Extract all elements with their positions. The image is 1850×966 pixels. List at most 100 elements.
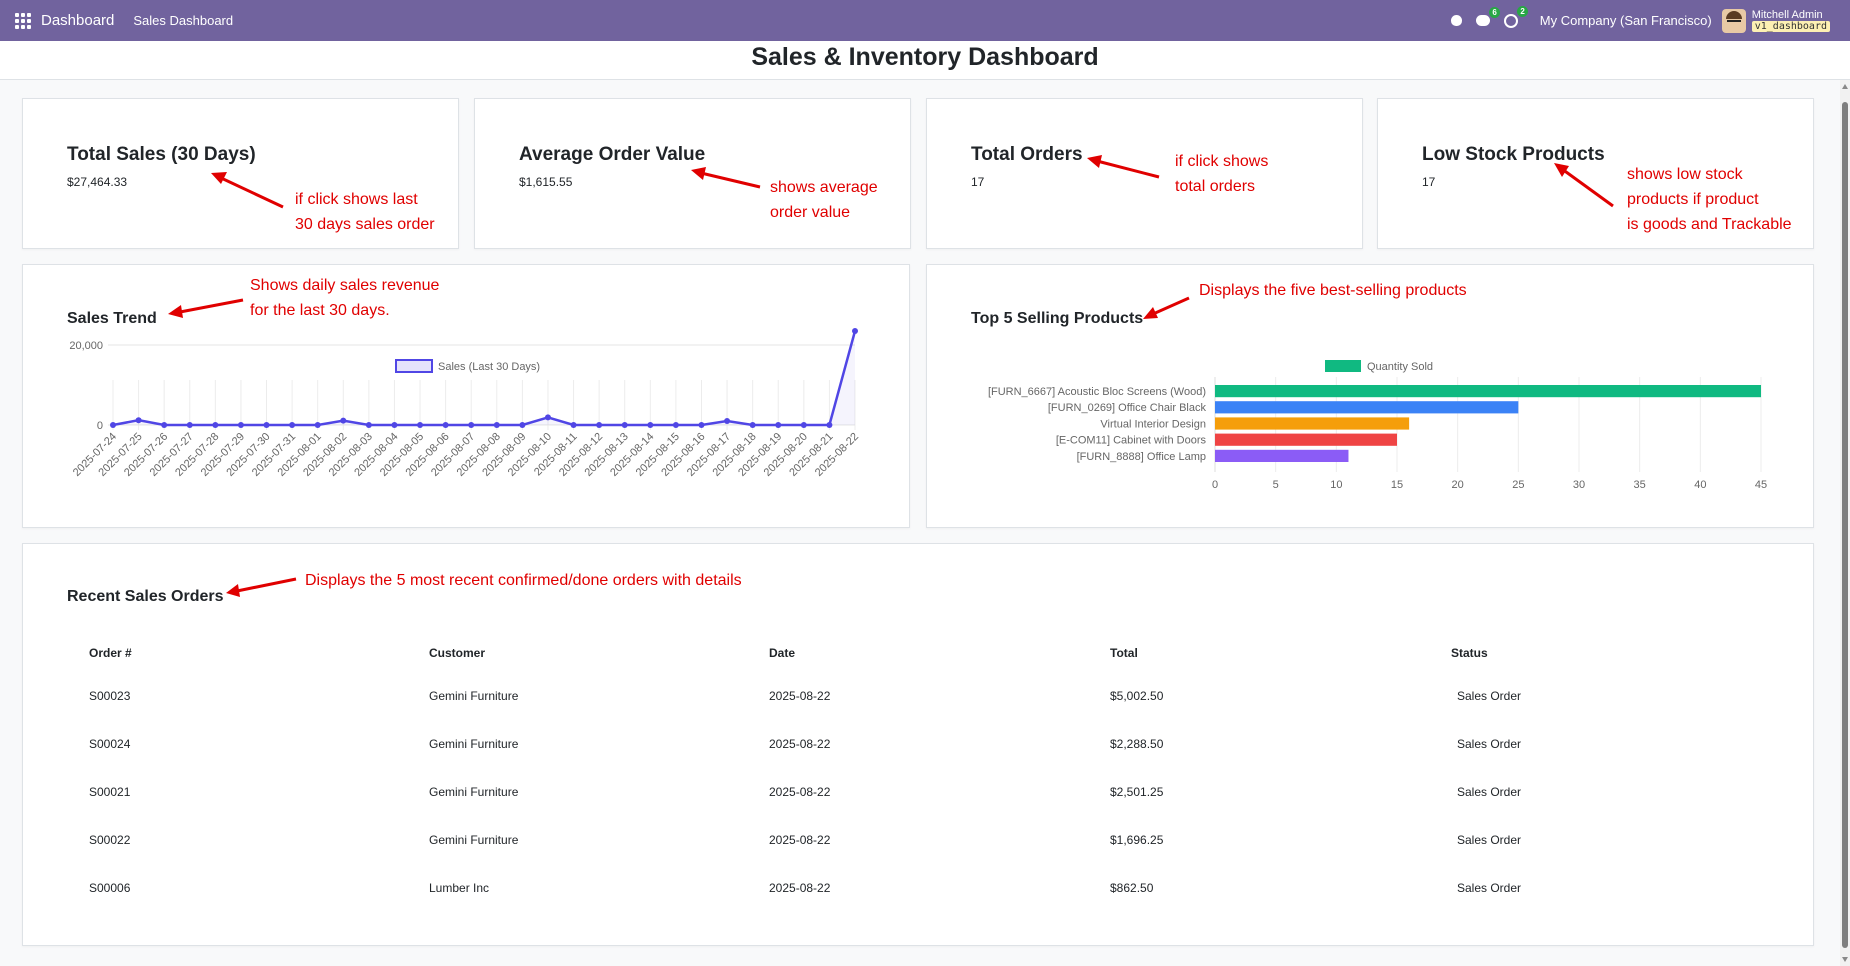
x-tick-label: 0	[1212, 479, 1218, 491]
x-tick-label: 20	[1452, 479, 1464, 491]
order-status: Sales Order	[1457, 785, 1522, 799]
data-point	[110, 422, 116, 428]
company-switcher[interactable]: My Company (San Francisco)	[1540, 13, 1712, 28]
order-number: S00022	[89, 833, 131, 847]
debug-icon[interactable]	[1450, 15, 1462, 26]
activity-badge: 2	[1517, 5, 1528, 17]
user-name: Mitchell Admin	[1751, 8, 1823, 21]
column-header-date: Date	[769, 646, 796, 660]
data-point	[212, 422, 219, 428]
order-status: Sales Order	[1457, 833, 1522, 847]
data-point	[698, 422, 705, 428]
data-point	[442, 422, 449, 428]
order-total: $862.50	[1110, 881, 1154, 895]
order-status: Sales Order	[1457, 689, 1522, 703]
kpi-card-total-sales[interactable]: Total Sales (30 Days) $27,464.33 if clic…	[22, 98, 459, 249]
x-tick-label: 45	[1755, 479, 1767, 491]
y-tick-label: 20,000	[69, 340, 103, 352]
kpi-card-average-order[interactable]: Average Order Value $1,615.55 shows aver…	[474, 98, 911, 249]
table-row[interactable]: S00021 Gemini Furniture 2025-08-22 $2,501.2…	[67, 768, 1767, 816]
kpi-card-low-stock[interactable]: Low Stock Products 17 shows low stock pr…	[1377, 98, 1814, 249]
top-products-card: Top 5 Selling Products Displays the five…	[926, 264, 1814, 528]
column-header-customer: Customer	[429, 646, 486, 660]
bar	[1215, 449, 1349, 462]
user-avatar[interactable]	[1721, 8, 1746, 33]
order-total: $2,288.50	[1110, 737, 1164, 751]
data-point	[647, 422, 654, 428]
order-number: S00006	[89, 881, 131, 895]
data-point	[161, 422, 168, 428]
data-point	[289, 422, 296, 428]
data-point	[493, 422, 500, 428]
order-date: 2025-08-22	[769, 833, 831, 847]
page-scrollbar[interactable]	[1840, 80, 1850, 966]
table-row[interactable]: S00024 Gemini Furniture 2025-08-22 $2,288.5…	[67, 720, 1767, 768]
annotation-arrow	[691, 167, 761, 189]
activity-icon[interactable]: 2	[1503, 5, 1528, 28]
top-navbar: Dashboard Sales Dashboard 6 2 My Company…	[0, 0, 1850, 41]
recent-orders-card: Recent Sales Orders Displays the 5 most …	[22, 543, 1814, 946]
top-products-chart[interactable]: Quantity Sold 0 5 10 15 20 25 30 35 40 45 [FURN_666…	[927, 265, 1815, 529]
data-point	[314, 422, 321, 428]
data-point	[672, 422, 679, 428]
data-point	[826, 422, 833, 428]
bar	[1215, 417, 1410, 430]
messages-icon[interactable]: 6	[1475, 7, 1500, 26]
order-total: $5,002.50	[1110, 689, 1164, 703]
app-name[interactable]: Dashboard	[41, 12, 114, 29]
y-tick-label: 0	[97, 420, 103, 432]
legend-swatch	[1325, 360, 1361, 372]
sales-trend-card: Sales Trend Shows daily sales revenue fo…	[22, 264, 910, 528]
table-row[interactable]: S00023 Gemini Furniture 2025-08-22 $5,002.5…	[67, 672, 1767, 720]
x-tick-label: 10	[1330, 479, 1342, 491]
page-header: Sales & Inventory Dashboard	[0, 41, 1850, 80]
data-point	[596, 422, 603, 428]
x-tick-label: 5	[1273, 479, 1279, 491]
customer: Gemini Furniture	[429, 833, 519, 847]
page-title: Sales & Inventory Dashboard	[751, 43, 1099, 71]
menu-sales-dashboard[interactable]: Sales Dashboard	[133, 0, 233, 41]
category-label: [FURN_6667] Acoustic Bloc Screens (Wood)	[988, 386, 1206, 398]
scroll-up-arrow[interactable]	[1842, 84, 1848, 89]
column-header-total: Total	[1110, 646, 1138, 660]
navbar-systray: 6 2 My Company (San Francisco) Mitchell …	[1437, 0, 1830, 41]
messages-badge: 6	[1489, 7, 1500, 18]
table-header-row: Order # Customer Date Total Status	[67, 634, 1767, 672]
column-header-order: Order #	[89, 646, 132, 660]
data-point	[391, 422, 398, 428]
annotation-arrow	[1087, 155, 1160, 179]
user-menu[interactable]: Mitchell Admin v1_dashboard	[1751, 8, 1830, 32]
apps-menu-icon[interactable]	[15, 12, 31, 29]
annotation-arrow	[1554, 163, 1614, 208]
data-point	[263, 422, 270, 428]
scrollbar-thumb[interactable]	[1842, 102, 1848, 948]
legend-swatch	[395, 359, 433, 373]
x-tick-label: 35	[1634, 479, 1646, 491]
table-row[interactable]: S00006 Lumber Inc 2025-08-22 $862.50 Sales O…	[67, 864, 1767, 912]
category-label: [FURN_8888] Office Lamp	[1077, 451, 1206, 463]
customer: Gemini Furniture	[429, 689, 519, 703]
annotation-arrow	[226, 577, 297, 597]
kpi-card-total-orders[interactable]: Total Orders 17 if click shows total ord…	[926, 98, 1363, 249]
data-point	[519, 422, 526, 428]
data-point	[852, 328, 858, 334]
legend-label: Quantity Sold	[1367, 361, 1433, 373]
order-number: S00021	[89, 785, 131, 799]
data-point	[621, 422, 628, 428]
x-tick-label: 30	[1573, 479, 1585, 491]
order-date: 2025-08-22	[769, 737, 831, 751]
data-point	[237, 422, 244, 428]
recent-orders-table: Order # Customer Date Total Status S0002…	[67, 634, 1767, 912]
bar	[1215, 385, 1761, 398]
bar	[1215, 401, 1519, 414]
database-name: v1_dashboard	[1751, 20, 1830, 32]
order-date: 2025-08-22	[769, 881, 831, 895]
table-row[interactable]: S00022 Gemini Furniture 2025-08-22 $1,696.2…	[67, 816, 1767, 864]
sales-trend-chart[interactable]: Sales (Last 30 Days)020,0002025-07-24202…	[23, 265, 911, 529]
bar	[1215, 433, 1397, 446]
scroll-down-arrow[interactable]	[1842, 957, 1848, 962]
annotation-arrow	[211, 172, 284, 209]
data-point	[544, 414, 551, 421]
x-tick-label: 25	[1512, 479, 1524, 491]
customer: Gemini Furniture	[429, 785, 519, 799]
